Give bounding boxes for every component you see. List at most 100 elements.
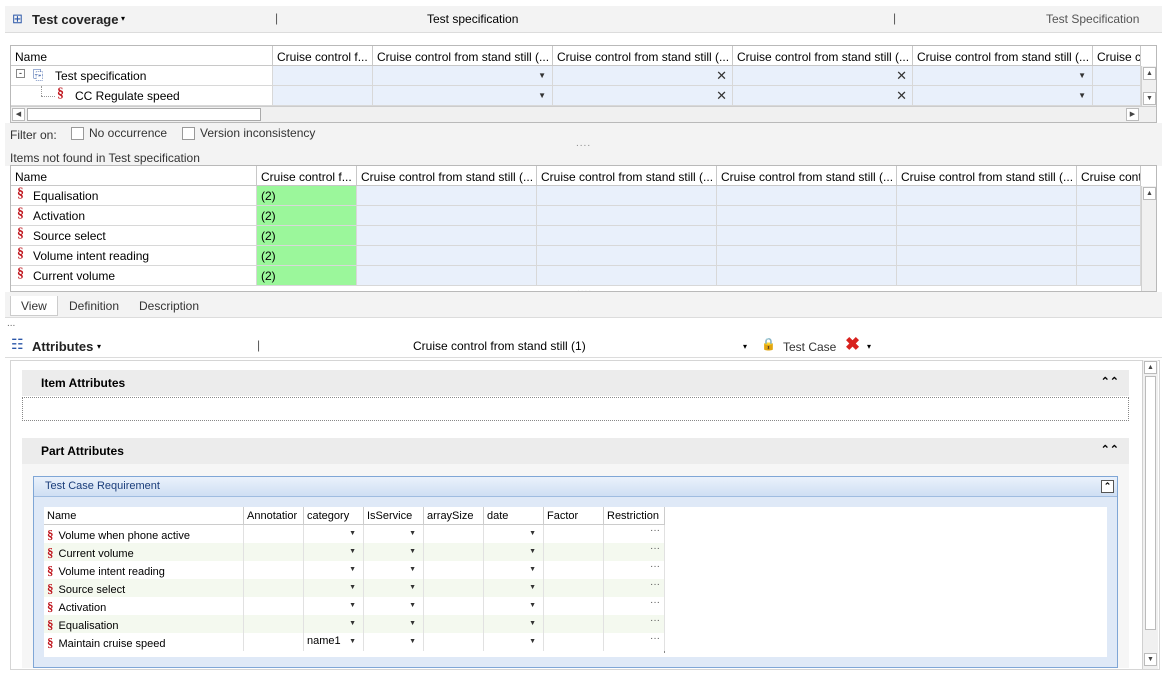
tcr-cell[interactable] bbox=[424, 633, 484, 651]
tcr-cell[interactable] bbox=[544, 633, 604, 651]
tcr-header-cell[interactable]: date bbox=[484, 507, 544, 525]
dropdown-icon[interactable]: ▼ bbox=[409, 530, 416, 537]
tcr-cell[interactable] bbox=[544, 543, 604, 561]
grid-cell[interactable]: ▼ bbox=[373, 66, 553, 86]
ellipsis-icon[interactable]: ··· bbox=[650, 633, 660, 644]
grid-cell[interactable] bbox=[897, 206, 1077, 226]
scroll-down-icon[interactable]: ▼ bbox=[1143, 92, 1156, 105]
tcr-cell[interactable]: ··· bbox=[604, 525, 665, 543]
tcr-header-cell[interactable]: category bbox=[304, 507, 364, 525]
count-cell[interactable]: (2) bbox=[257, 266, 357, 286]
tab-description[interactable]: Description bbox=[129, 296, 209, 316]
category-cell[interactable]: ▼ bbox=[304, 615, 364, 633]
grid-cell[interactable] bbox=[897, 226, 1077, 246]
grid-cell[interactable] bbox=[897, 186, 1077, 206]
grid-cell[interactable] bbox=[897, 266, 1077, 286]
chevron-down-icon[interactable]: ▾ bbox=[97, 342, 101, 351]
dropdown-icon[interactable]: ▼ bbox=[1078, 91, 1086, 100]
grid-cell[interactable] bbox=[1077, 186, 1141, 206]
vertical-scrollbar[interactable]: ▲ ▼ bbox=[1141, 66, 1156, 106]
grid-cell[interactable]: ▼ bbox=[913, 86, 1093, 106]
grid2-name-header[interactable]: Name bbox=[11, 166, 257, 186]
grid1-col-header[interactable]: Cruise control f... bbox=[273, 46, 373, 66]
scroll-up-icon[interactable]: ▲ bbox=[1144, 361, 1157, 374]
dropdown-icon[interactable]: ▼ bbox=[529, 602, 536, 609]
grid-cell[interactable] bbox=[1077, 266, 1141, 286]
count-cell[interactable]: (2) bbox=[257, 246, 357, 266]
tcr-cell[interactable]: ··· bbox=[604, 543, 665, 561]
grid-cell[interactable] bbox=[1077, 206, 1141, 226]
category-cell[interactable]: ▼ bbox=[304, 543, 364, 561]
category-cell[interactable]: ▼ bbox=[304, 579, 364, 597]
tcr-cell[interactable]: ··· bbox=[604, 633, 665, 651]
ellipsis-icon[interactable]: ··· bbox=[650, 543, 660, 554]
grid-cell[interactable] bbox=[537, 186, 717, 206]
grid-cell[interactable] bbox=[1093, 66, 1141, 86]
chevron-down-icon[interactable]: ▾ bbox=[867, 342, 871, 351]
grid-cell[interactable] bbox=[717, 186, 897, 206]
grid-cell[interactable] bbox=[273, 66, 373, 86]
tcr-header-cell[interactable]: Name bbox=[44, 507, 244, 525]
grid-cell[interactable]: ▼ bbox=[913, 66, 1093, 86]
splitter-grip[interactable]: ... bbox=[7, 318, 15, 329]
dropdown-icon[interactable]: ▼ bbox=[349, 530, 356, 537]
grid-cell[interactable] bbox=[537, 226, 717, 246]
tcr-cell[interactable]: ▼ bbox=[484, 615, 544, 633]
collapse-icon[interactable]: - bbox=[16, 69, 25, 78]
no-occurrence-checkbox[interactable]: No occurrence bbox=[71, 126, 167, 141]
category-cell[interactable]: ▼ bbox=[304, 525, 364, 543]
scroll-down-icon[interactable]: ▼ bbox=[1144, 653, 1157, 666]
tcr-cell[interactable]: ··· bbox=[604, 615, 665, 633]
version-inconsistency-checkbox[interactable]: Version inconsistency bbox=[182, 126, 315, 141]
lock-icon[interactable]: 🔒 bbox=[761, 337, 776, 351]
grid1-col-header[interactable]: Cruise control from stand still (... bbox=[733, 46, 913, 66]
dropdown-icon[interactable]: ▼ bbox=[409, 638, 416, 645]
splitter-grip[interactable]: .... bbox=[576, 138, 591, 149]
grid-cell[interactable] bbox=[357, 206, 537, 226]
tcr-cell[interactable] bbox=[424, 615, 484, 633]
splitter-grip[interactable]: .... bbox=[577, 284, 592, 291]
grid-cell[interactable] bbox=[1093, 86, 1141, 106]
tcr-cell[interactable]: ▼ bbox=[484, 633, 544, 651]
dropdown-icon[interactable]: ▼ bbox=[409, 566, 416, 573]
collapse-up-icon[interactable]: ⌃ bbox=[1101, 480, 1114, 493]
tcr-header-cell[interactable]: Restriction bbox=[604, 507, 665, 525]
tcr-row-name[interactable]: § Maintain cruise speed bbox=[44, 633, 244, 651]
tcr-cell[interactable] bbox=[544, 525, 604, 543]
dropdown-icon[interactable]: ▼ bbox=[529, 566, 536, 573]
ellipsis-icon[interactable]: ··· bbox=[650, 615, 660, 626]
grid-cell[interactable] bbox=[357, 266, 537, 286]
tcr-cell[interactable] bbox=[244, 615, 304, 633]
dropdown-icon[interactable]: ▼ bbox=[349, 566, 356, 573]
grid-cell[interactable] bbox=[717, 246, 897, 266]
count-cell[interactable]: (2) bbox=[257, 206, 357, 226]
tcr-row-name[interactable]: § Volume intent reading bbox=[44, 561, 244, 579]
ellipsis-icon[interactable]: ··· bbox=[650, 579, 660, 590]
grid1-col-header[interactable]: Cruise control from stand still (... bbox=[373, 46, 553, 66]
grid-cell[interactable]: ✕ bbox=[733, 66, 913, 86]
tcr-cell[interactable]: ▼ bbox=[364, 633, 424, 651]
tab-definition[interactable]: Definition bbox=[59, 296, 129, 316]
dropdown-icon[interactable]: ▼ bbox=[538, 71, 546, 80]
grid-cell[interactable] bbox=[717, 206, 897, 226]
dropdown-icon[interactable]: ▼ bbox=[1078, 71, 1086, 80]
grid-cell[interactable] bbox=[357, 186, 537, 206]
close-icon[interactable]: ✕ bbox=[896, 88, 907, 104]
horizontal-scrollbar[interactable]: ◀ ▶ bbox=[11, 106, 1156, 122]
table-row[interactable]: § CC Regulate speed bbox=[11, 86, 273, 106]
grid-cell[interactable] bbox=[897, 246, 1077, 266]
count-cell[interactable]: (2) bbox=[257, 226, 357, 246]
dropdown-icon[interactable]: ▼ bbox=[349, 602, 356, 609]
dropdown-icon[interactable]: ▼ bbox=[529, 584, 536, 591]
close-icon[interactable]: ✕ bbox=[716, 88, 727, 104]
tcr-cell[interactable] bbox=[244, 561, 304, 579]
table-row[interactable]: § Equalisation bbox=[11, 186, 257, 206]
tcr-row-name[interactable]: § Source select bbox=[44, 579, 244, 597]
tab-view[interactable]: View bbox=[10, 296, 58, 316]
tcr-row-name[interactable]: § Activation bbox=[44, 597, 244, 615]
chevron-down-icon[interactable]: ▾ bbox=[743, 342, 747, 351]
tcr-header-cell[interactable]: Factor bbox=[544, 507, 604, 525]
dropdown-icon[interactable]: ▼ bbox=[349, 638, 356, 645]
tcr-header-cell[interactable]: IsService bbox=[364, 507, 424, 525]
vertical-scrollbar[interactable]: ▲ bbox=[1141, 186, 1156, 291]
